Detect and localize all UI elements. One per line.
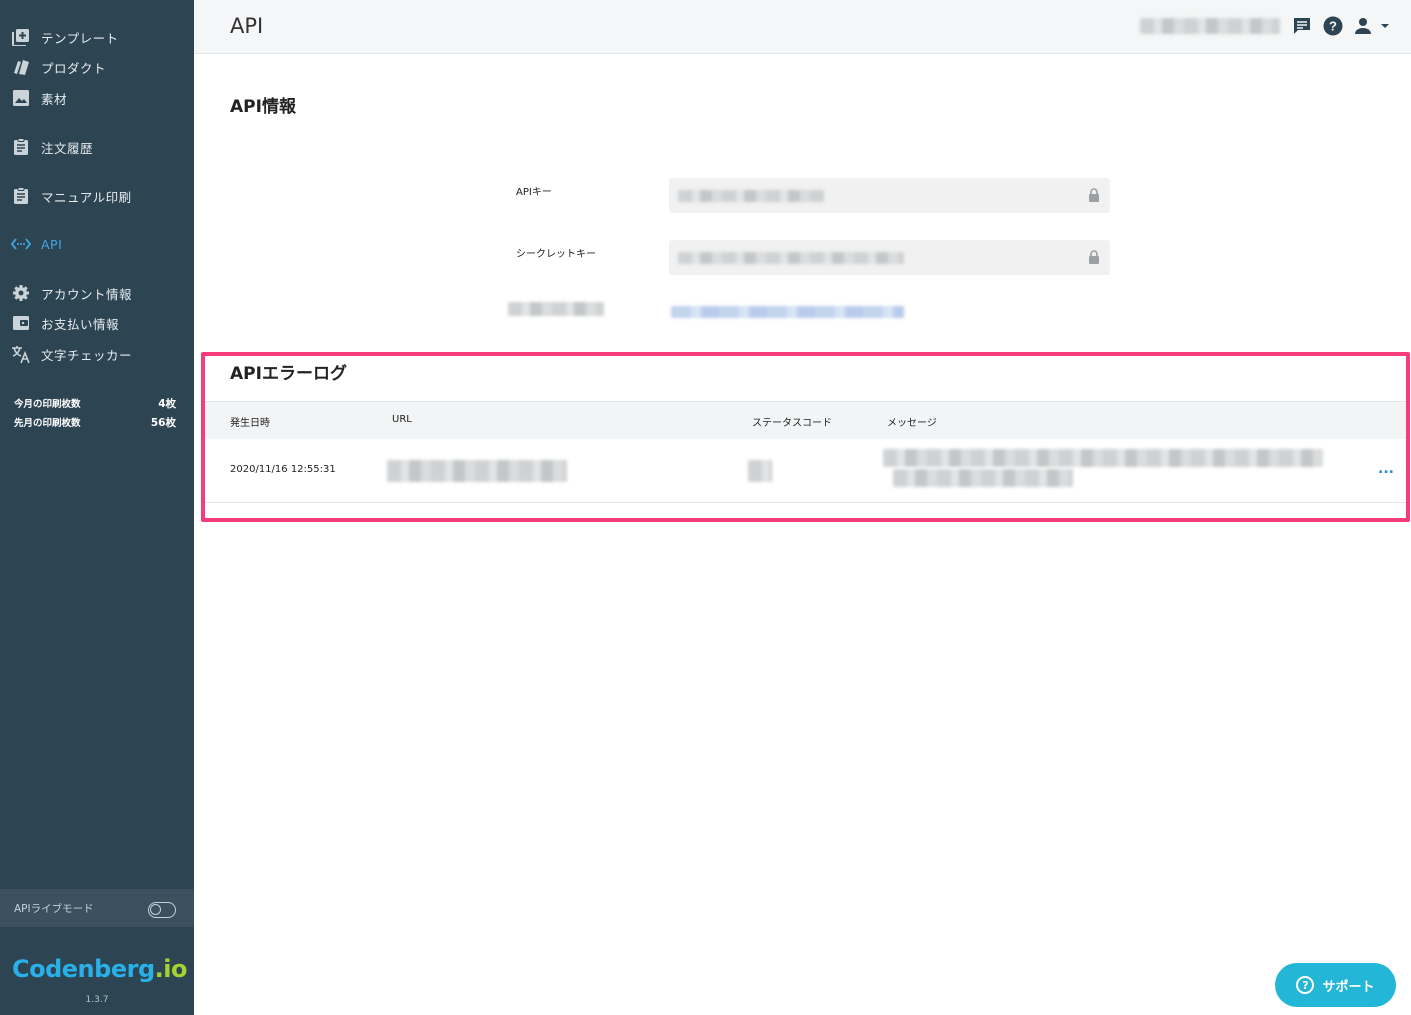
lock-icon [1089, 250, 1099, 264]
redacted-label [508, 302, 604, 316]
translate-icon [11, 344, 31, 364]
top-header: API ? [194, 0, 1411, 54]
chat-icon[interactable] [1291, 15, 1313, 37]
secret-key-value-redacted [678, 252, 904, 264]
clipboard-icon [11, 186, 31, 206]
stat-label: 今月の印刷枚数 [14, 399, 81, 410]
sidebar-item-manual-print[interactable]: マニュアル印刷 [0, 182, 194, 210]
sidebar-item-payment[interactable]: お支払い情報 [0, 309, 194, 337]
stat-value: 4枚 [158, 398, 176, 410]
live-mode-toggle[interactable] [148, 902, 176, 918]
error-log-highlight-box [201, 352, 1410, 522]
sidebar-item-label: 素材 [41, 91, 68, 107]
sidebar-item-label: プロダクト [41, 60, 107, 76]
sidebar: テンプレート プロダクト 素材 注文履歴 マニュアル印刷 API アカウント情報… [0, 0, 194, 1015]
page-title: API [230, 14, 264, 38]
wallet-icon [11, 313, 31, 333]
sidebar-item-char-checker[interactable]: 文字チェッカー [0, 340, 194, 368]
add-box-icon [11, 27, 31, 47]
sidebar-item-label: 文字チェッカー [41, 347, 133, 363]
logo-suffix: .io [154, 955, 188, 983]
chevron-down-icon[interactable] [1374, 15, 1396, 37]
product-icon [11, 57, 31, 77]
api-key-value-redacted [678, 190, 824, 202]
live-mode-row: APIライブモード [0, 889, 194, 927]
clipboard-icon [11, 137, 31, 157]
image-icon [11, 88, 31, 108]
logo-main: Codenberg [12, 955, 155, 983]
sidebar-item-label: マニュアル印刷 [41, 189, 132, 205]
gear-icon [11, 283, 31, 303]
sidebar-item-label: 注文履歴 [41, 140, 94, 156]
api-key-field[interactable] [669, 178, 1110, 213]
svg-text:?: ? [1329, 19, 1337, 34]
toggle-knob [150, 904, 161, 915]
user-icon[interactable] [1352, 15, 1374, 37]
stat-this-month: 今月の印刷枚数 4枚 [14, 396, 176, 411]
sidebar-item-label: テンプレート [41, 30, 119, 46]
app-version: 1.3.7 [85, 995, 109, 1005]
sidebar-item-label: API [41, 236, 63, 252]
live-mode-label: APIライブモード [14, 902, 94, 915]
support-button[interactable]: ? サポート [1275, 963, 1396, 1007]
sidebar-item-api[interactable]: API [0, 230, 194, 258]
sidebar-item-label: お支払い情報 [41, 316, 120, 332]
sidebar-item-materials[interactable]: 素材 [0, 84, 194, 112]
api-key-label: APIキー [516, 187, 552, 198]
secret-key-field[interactable] [669, 240, 1110, 275]
help-icon[interactable]: ? [1322, 15, 1344, 37]
codenberg-logo: Codenberg.io [12, 955, 187, 983]
sidebar-item-templates[interactable]: テンプレート [0, 23, 194, 51]
lock-icon [1089, 188, 1099, 202]
help-circle-icon: ? [1296, 976, 1315, 994]
sidebar-item-account[interactable]: アカウント情報 [0, 279, 194, 307]
sidebar-item-label: アカウント情報 [41, 286, 133, 302]
sidebar-item-products[interactable]: プロダクト [0, 53, 194, 81]
stat-last-month: 先月の印刷枚数 56枚 [14, 415, 176, 430]
user-name-redacted [1140, 18, 1280, 34]
code-icon [11, 234, 31, 254]
stat-value: 56枚 [150, 417, 176, 429]
redacted-link[interactable] [671, 306, 904, 318]
api-info-title: API情報 [230, 97, 296, 117]
stat-label: 先月の印刷枚数 [14, 418, 81, 429]
sidebar-item-order-history[interactable]: 注文履歴 [0, 133, 194, 161]
support-label: サポート [1322, 979, 1375, 995]
secret-key-label: シークレットキー [516, 249, 596, 260]
